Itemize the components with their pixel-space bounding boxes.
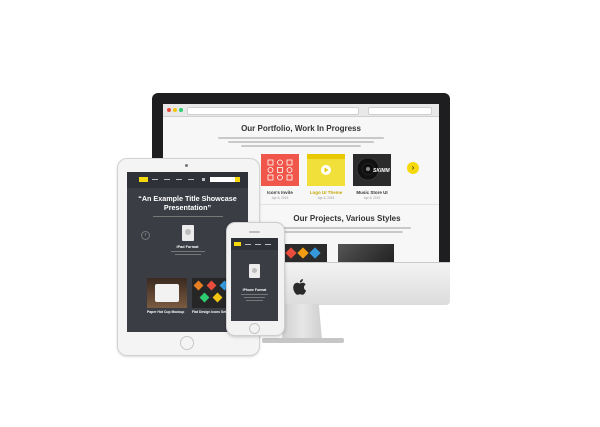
zoom-dot[interactable] <box>179 108 183 112</box>
item-title: Flat Design Icons Set <box>192 310 227 314</box>
nav-item[interactable] <box>265 244 271 245</box>
close-dot[interactable] <box>167 108 171 112</box>
nav-item[interactable] <box>152 179 158 180</box>
text-line <box>171 251 205 252</box>
iphone-card-title: iPhone Format <box>242 288 267 292</box>
iphone-home-button[interactable] <box>249 323 260 334</box>
hero-title: “An Example Title Showcase Presentation” <box>127 194 248 212</box>
imac-stand-foot <box>262 338 344 343</box>
hero-title-line1: “An Example Title Showcase <box>138 194 237 203</box>
iphone-speaker <box>249 231 260 233</box>
text-line <box>269 231 403 233</box>
paper-cup-image[interactable] <box>147 278 187 308</box>
text-line <box>244 297 265 298</box>
item-title: Paper Hot Cup Mockup <box>147 310 185 314</box>
portfolio-tile-icons[interactable] <box>261 154 299 186</box>
portfolio-tile-music[interactable]: SKIMM <box>353 154 391 186</box>
search-input[interactable] <box>210 177 236 182</box>
text-line <box>228 141 374 143</box>
portfolio-title: Our Portfolio, Work In Progress <box>241 124 361 133</box>
tile-date: Apr 6, 2015 <box>271 196 289 200</box>
minimize-dot[interactable] <box>173 108 177 112</box>
tile-label: Icon's Invite <box>267 190 293 195</box>
prev-arrow-button[interactable]: ‹ <box>141 231 150 240</box>
tile-date: Apr 6, 2015 <box>363 196 381 200</box>
browser-toolbar <box>163 104 439 117</box>
iphone-device-icon <box>249 264 260 278</box>
text-line <box>246 300 263 301</box>
icons-grid-icon <box>267 159 293 181</box>
text-line <box>241 294 268 295</box>
cart-icon[interactable] <box>202 178 205 181</box>
ipad-nav <box>127 172 248 188</box>
nav-item[interactable] <box>164 179 170 180</box>
text-line <box>241 145 361 147</box>
imac-stand <box>282 304 322 340</box>
apple-logo-icon <box>293 279 307 295</box>
search-bar[interactable] <box>368 107 432 115</box>
project-thumbnail-icons[interactable] <box>283 244 327 262</box>
text-line <box>153 216 223 217</box>
play-icon <box>307 154 345 175</box>
flat-icons-image <box>285 247 321 259</box>
project-thumbnail-laptop[interactable] <box>338 244 394 262</box>
tile-label: Logo UI Theme <box>309 190 343 195</box>
tile-label: Music Store UI <box>356 190 388 195</box>
nav-active-item[interactable] <box>139 177 148 182</box>
text-line <box>218 137 384 139</box>
nav-active-item[interactable] <box>234 242 241 246</box>
next-arrow-button[interactable]: › <box>407 162 419 174</box>
nav-item[interactable] <box>245 244 251 245</box>
vinyl-text: SKIMM <box>373 168 390 174</box>
nav-item[interactable] <box>188 179 194 180</box>
hero-title-line2: Presentation” <box>163 203 212 212</box>
divider <box>255 204 439 205</box>
text-line <box>175 254 201 255</box>
nav-item[interactable] <box>176 179 182 180</box>
tile-date: Apr 6, 2015 <box>317 196 335 200</box>
search-button[interactable] <box>235 177 240 182</box>
nav-item[interactable] <box>255 244 261 245</box>
iphone-nav <box>231 238 278 250</box>
address-bar[interactable] <box>187 107 359 115</box>
iphone-screen: iPhone Format <box>231 238 278 321</box>
portfolio-tile-logo[interactable] <box>307 154 345 186</box>
ipad-camera <box>185 164 188 167</box>
ipad-home-button[interactable] <box>180 336 194 350</box>
ipad-device-icon <box>182 225 194 241</box>
